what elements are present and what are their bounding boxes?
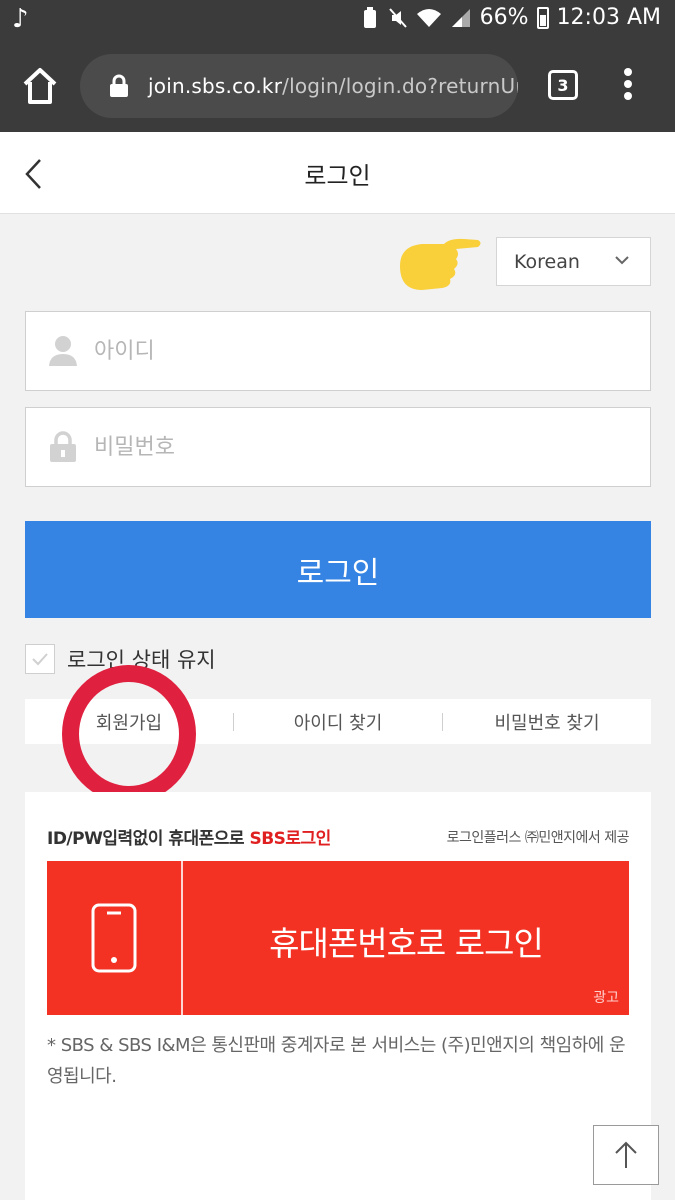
- ad-disclaimer: * SBS & SBS I&M은 통신판매 중계자로 본 서비스는 (주)민앤지…: [47, 1035, 626, 1087]
- user-icon: [49, 336, 77, 366]
- more-menu-icon[interactable]: [620, 68, 636, 104]
- ad-provider: 로그인플러스 ㈜민앤지에서 제공: [446, 830, 630, 846]
- scroll-top-button[interactable]: [593, 1125, 659, 1185]
- page-header: 로그인: [0, 132, 675, 214]
- url-bar[interactable]: join.sbs.co.kr/login/login.do?returnUr: [80, 54, 518, 118]
- signal-icon: [451, 8, 470, 27]
- ad-tag: 광고: [593, 990, 619, 1006]
- chevron-down-icon: [615, 256, 629, 265]
- phone-login-ad: ID/PW입력없이 휴대폰으로 SBS로그인 로그인플러스 ㈜민앤지에서 제공 …: [25, 792, 651, 1200]
- ad-heading-text: ID/PW입력없이 휴대폰으로: [47, 829, 250, 849]
- status-bar: ♪ 66% 12:03 AM: [0, 0, 675, 40]
- music-note-icon: ♪: [12, 4, 29, 34]
- password-input[interactable]: [94, 434, 614, 460]
- password-field[interactable]: [25, 407, 651, 487]
- battery-percent: 66%: [479, 5, 529, 30]
- find-password-link[interactable]: 비밀번호 찾기: [443, 709, 651, 735]
- mute-icon: [388, 7, 407, 28]
- language-select[interactable]: Korean: [496, 237, 651, 286]
- battery-saver-icon: [363, 6, 376, 28]
- id-input[interactable]: [94, 338, 614, 364]
- login-button[interactable]: 로그인: [25, 521, 651, 618]
- ad-heading: ID/PW입력없이 휴대폰으로 SBS로그인: [47, 824, 331, 849]
- battery-icon: [536, 6, 549, 29]
- pointing-hand-icon: [400, 238, 481, 290]
- status-right: 66% 12:03 AM: [360, 5, 661, 30]
- browser-toolbar: join.sbs.co.kr/login/login.do?returnUr 3: [0, 40, 675, 132]
- url-path: /login/login.do?returnUr: [282, 74, 518, 98]
- id-field[interactable]: [25, 311, 651, 391]
- red-circle-annotation: [62, 665, 196, 803]
- clock: 12:03 AM: [556, 5, 661, 30]
- language-selected: Korean: [514, 250, 580, 273]
- tab-count: 3: [557, 75, 569, 95]
- padlock-icon: [50, 431, 76, 462]
- keep-login-checkbox[interactable]: [25, 644, 55, 674]
- page-title: 로그인: [304, 162, 371, 190]
- check-icon: [32, 653, 48, 666]
- tabs-button[interactable]: 3: [548, 70, 578, 100]
- home-icon[interactable]: [22, 66, 58, 106]
- phone-icon: [91, 903, 137, 973]
- phone-login-label: 휴대폰번호로 로그인: [269, 924, 544, 963]
- find-id-link[interactable]: 아이디 찾기: [234, 709, 442, 735]
- wifi-icon: [416, 8, 441, 27]
- url-text: join.sbs.co.kr/login/login.do?returnUr: [148, 74, 518, 98]
- lock-icon: [110, 74, 128, 97]
- phone-login-button[interactable]: 휴대폰번호로 로그인 광고: [47, 861, 629, 1015]
- url-host: join.sbs.co.kr: [148, 74, 283, 98]
- ad-heading-highlight: SBS로그인: [249, 829, 331, 849]
- arrow-up-icon: [615, 1141, 637, 1168]
